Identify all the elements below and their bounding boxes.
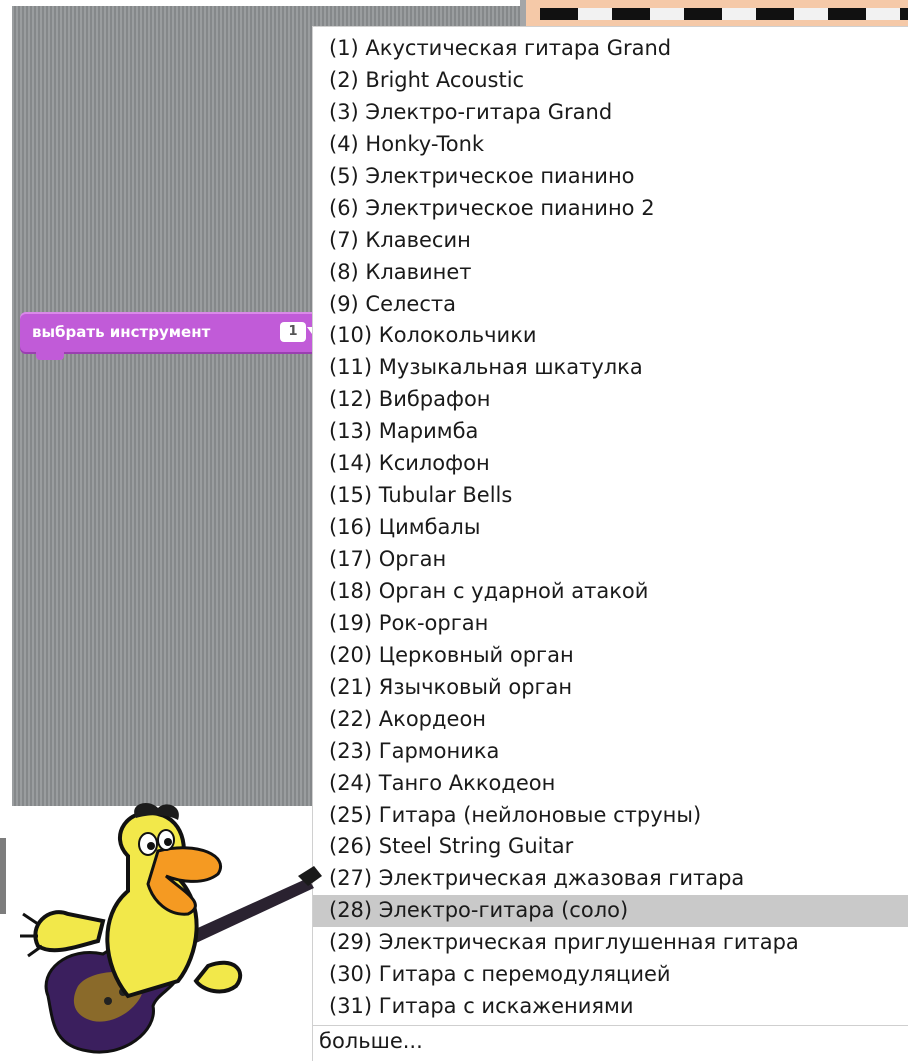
menu-item[interactable]: (9) Селеста xyxy=(313,289,908,321)
stage-piano-strip xyxy=(520,0,908,26)
instrument-dropdown-menu: (1) Акустическая гитара Grand (2) Bright … xyxy=(312,26,908,1061)
menu-item[interactable]: (3) Электро-гитара Grand xyxy=(313,97,908,129)
menu-item[interactable]: (18) Орган с ударной атакой xyxy=(313,576,908,608)
menu-item[interactable]: (12) Вибрафон xyxy=(313,384,908,416)
menu-item[interactable]: (2) Bright Acoustic xyxy=(313,65,908,97)
menu-item[interactable]: (26) Steel String Guitar xyxy=(313,831,908,863)
menu-item[interactable]: (8) Клавинет xyxy=(313,257,908,289)
menu-item[interactable]: (4) Honky-Tonk xyxy=(313,129,908,161)
menu-item[interactable]: (5) Электрическое пианино xyxy=(313,161,908,193)
menu-item[interactable]: (11) Музыкальная шкатулка xyxy=(313,352,908,384)
menu-item[interactable]: (17) Орган xyxy=(313,544,908,576)
menu-list: (1) Акустическая гитара Grand (2) Bright … xyxy=(313,33,908,1023)
duck-guitar-icon xyxy=(20,803,322,1054)
menu-more-item[interactable]: больше... xyxy=(319,1029,423,1053)
menu-item[interactable]: (14) Ксилофон xyxy=(313,448,908,480)
menu-item[interactable]: (6) Электрическое пианино 2 xyxy=(313,193,908,225)
menu-item[interactable]: (20) Церковный орган xyxy=(313,640,908,672)
menu-item[interactable]: (29) Электрическая приглушенная гитара xyxy=(313,927,908,959)
instrument-number-slot[interactable]: 1 xyxy=(280,322,306,342)
block-label: выбрать инструмент xyxy=(32,323,211,341)
menu-item[interactable]: (7) Клавесин xyxy=(313,225,908,257)
menu-item[interactable]: (19) Рок-орган xyxy=(313,608,908,640)
sidebar-edge xyxy=(0,6,12,806)
menu-item[interactable]: (30) Гитара с перемодуляцией xyxy=(313,959,908,991)
menu-item[interactable]: (28) Электро-гитара (соло) xyxy=(313,895,908,928)
menu-item[interactable]: (13) Маримба xyxy=(313,416,908,448)
menu-item[interactable]: (22) Акордеон xyxy=(313,704,908,736)
menu-item[interactable]: (25) Гитара (нейлоновые струны) xyxy=(313,800,908,832)
piano-keys-icon xyxy=(540,8,908,20)
panel-edge xyxy=(0,838,6,914)
block-notch xyxy=(36,352,64,360)
menu-item[interactable]: (16) Цимбалы xyxy=(313,512,908,544)
menu-item[interactable]: (10) Колокольчики xyxy=(313,320,908,352)
menu-item[interactable]: (31) Гитара с искажениями xyxy=(313,991,908,1023)
set-instrument-block[interactable]: выбрать инструмент 1 xyxy=(20,312,320,360)
menu-item[interactable]: (15) Tubular Bells xyxy=(313,480,908,512)
menu-item[interactable]: (27) Электрическая джазовая гитара xyxy=(313,863,908,895)
menu-item[interactable]: (21) Язычковый орган xyxy=(313,672,908,704)
menu-item[interactable]: (24) Танго Аккодеон xyxy=(313,768,908,800)
menu-item[interactable]: (1) Акустическая гитара Grand xyxy=(313,33,908,65)
menu-divider xyxy=(313,1025,908,1026)
menu-item[interactable]: (23) Гармоника xyxy=(313,736,908,768)
